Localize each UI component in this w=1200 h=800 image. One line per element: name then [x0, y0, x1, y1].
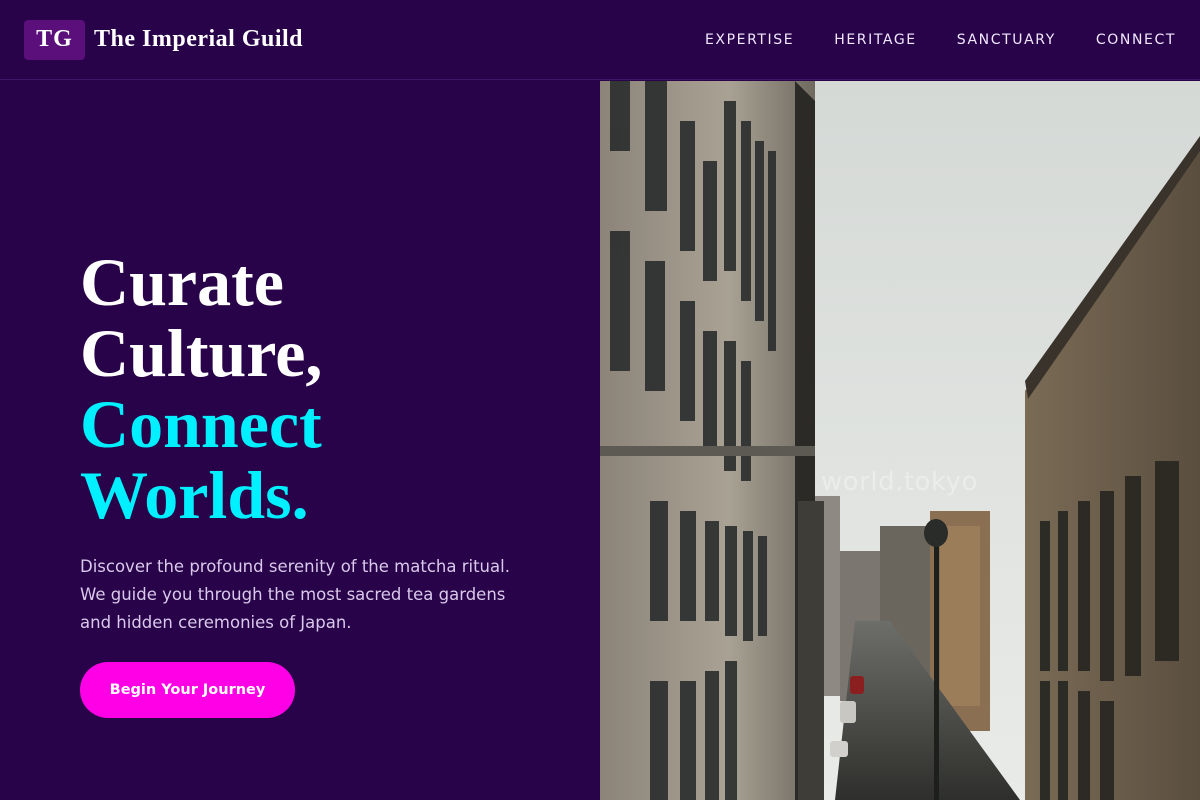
begin-journey-button[interactable]: Begin Your Journey — [80, 662, 295, 718]
hero-description: Discover the profound serenity of the ma… — [80, 557, 510, 632]
city-street-photo — [600, 81, 1200, 800]
site-header: TG The Imperial Guild EXPERTISE HERITAGE… — [0, 0, 1200, 80]
headline-line-1: Curate — [80, 244, 284, 320]
headline-line-3: Connect — [80, 386, 322, 462]
nav-link-sanctuary[interactable]: SANCTUARY — [957, 32, 1056, 48]
headline-line-4: Worlds. — [80, 457, 309, 533]
nav-link-expertise[interactable]: EXPERTISE — [705, 32, 794, 48]
nav-link-heritage[interactable]: HERITAGE — [834, 32, 917, 48]
headline-line-2: Culture, — [80, 315, 323, 391]
hero-headline: Curate Culture, Connect Worlds. — [80, 247, 322, 531]
hero-section: Curate Culture, Connect Worlds. Discover… — [0, 81, 600, 800]
nav-link-connect[interactable]: CONNECT — [1096, 32, 1176, 48]
brand-name: The Imperial Guild — [94, 26, 304, 52]
hero-photo: world.tokyo — [600, 81, 1200, 800]
brand-logo[interactable]: TG The Imperial Guild — [24, 19, 304, 60]
main-nav: EXPERTISE HERITAGE SANCTUARY CONNECT — [705, 32, 1176, 48]
photo-watermark: world.tokyo — [821, 467, 978, 497]
logo-mark: TG — [24, 19, 85, 60]
